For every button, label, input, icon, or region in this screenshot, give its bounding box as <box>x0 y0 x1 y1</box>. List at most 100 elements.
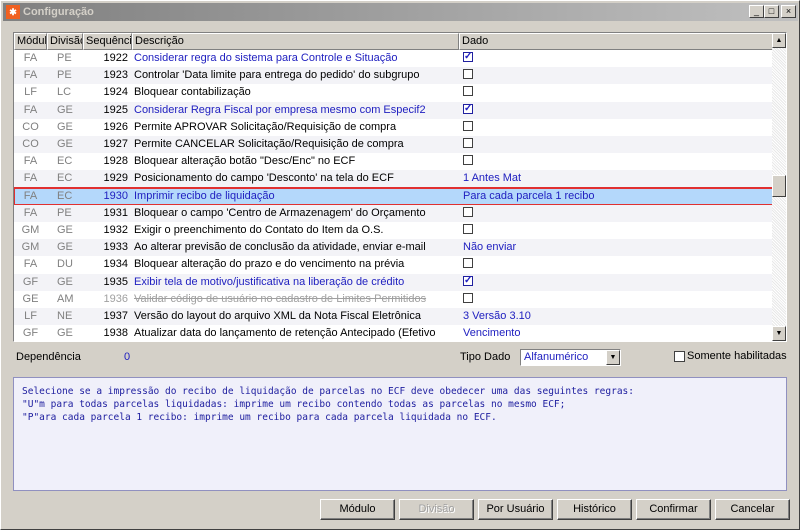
table-row[interactable]: FA PE 1922 Considerar regra do sistema para… <box>14 50 773 67</box>
cell-seq: 1931 <box>103 206 128 219</box>
somente-habilitadas-checkbox[interactable] <box>674 351 685 362</box>
cell-divisao: EC <box>57 172 73 185</box>
dado-checkbox[interactable] <box>463 86 473 97</box>
title-bar: ✱ Configuração <box>3 3 798 21</box>
chevron-down-icon[interactable]: ▼ <box>606 350 620 365</box>
table-row[interactable]: GE AM 1936 Validar código de usuário no cad… <box>14 291 773 308</box>
cell-desc: Controlar 'Data limite para entrega do p… <box>134 69 420 82</box>
cell-seq: 1933 <box>103 241 128 254</box>
table-header: Módulo Divisão Sequência Descrição Dado <box>14 33 773 50</box>
cell-seq: 1923 <box>103 69 128 82</box>
cell-dado[interactable]: 3 Versão 3.10 <box>459 308 773 325</box>
cell-dado[interactable] <box>459 67 773 84</box>
dado-checkbox[interactable] <box>463 224 473 235</box>
cell-desc: Bloquear alteração do prazo e do vencime… <box>134 258 405 271</box>
cell-dado[interactable]: ✓ <box>459 274 773 291</box>
cell-seq: 1926 <box>103 120 128 133</box>
cell-dado[interactable]: 1 Antes Mat <box>459 170 773 187</box>
cell-seq: 1934 <box>103 258 128 271</box>
cell-dado[interactable] <box>459 153 773 170</box>
description-memo[interactable]: Selecione se a impressão do recibo de li… <box>13 377 787 491</box>
table-row[interactable]: FA DU 1934 Bloquear alteração do prazo e do… <box>14 256 773 273</box>
table-body: FA PE 1922 Considerar regra do sistema para… <box>14 50 774 341</box>
cell-seq: 1922 <box>103 52 128 64</box>
dado-checkbox[interactable] <box>463 69 473 80</box>
dado-checkbox[interactable] <box>463 155 473 166</box>
col-modulo[interactable]: Módulo <box>14 33 47 50</box>
cell-modulo: GM <box>21 241 40 254</box>
cell-desc: Imprimir recibo de liquidação <box>134 189 275 202</box>
cell-dado[interactable] <box>459 136 773 153</box>
table-row[interactable]: FA EC 1928 Bloquear alteração botão "Desc/E… <box>14 153 773 170</box>
vertical-scrollbar[interactable]: ▲ ▼ <box>772 33 786 341</box>
historico-button[interactable]: Histórico <box>557 499 632 520</box>
table-row[interactable]: LF LC 1924 Bloquear contabilização <box>14 84 773 101</box>
tipo-dado-label: Tipo Dado <box>460 351 511 363</box>
cell-dado[interactable]: ✓ <box>459 102 773 119</box>
cell-modulo: CO <box>22 138 39 150</box>
cell-divisao: PE <box>57 69 72 82</box>
cell-dado[interactable] <box>459 84 773 101</box>
scroll-thumb[interactable] <box>772 175 786 197</box>
cell-modulo: FA <box>23 172 38 185</box>
dado-checkbox[interactable] <box>463 138 473 149</box>
cell-divisao: PE <box>57 52 72 64</box>
dado-checkbox[interactable] <box>463 120 473 131</box>
cell-dado[interactable] <box>459 222 773 239</box>
dado-checkbox[interactable]: ✓ <box>463 103 473 114</box>
dado-checkbox[interactable]: ✓ <box>463 52 473 63</box>
cell-divisao: LC <box>57 86 72 99</box>
table-row[interactable]: FA EC 1929 Posicionamento do campo 'Descont… <box>14 170 773 188</box>
minimize-button[interactable]: _ <box>749 5 764 18</box>
col-sequencia[interactable]: Sequência <box>83 33 132 50</box>
table-row[interactable]: CO GE 1927 Permite CANCELAR Solicitação/Req… <box>14 136 773 154</box>
somente-habilitadas-label: Somente habilitadas <box>687 350 787 362</box>
cell-dado[interactable] <box>459 291 773 308</box>
maximize-button[interactable]: □ <box>764 5 779 18</box>
table-row[interactable]: CO GE 1926 Permite APROVAR Solicitação/Requ… <box>14 119 773 136</box>
cell-seq: 1929 <box>103 172 128 185</box>
col-descricao[interactable]: Descrição <box>132 33 459 50</box>
modulo-button[interactable]: Módulo <box>320 499 395 520</box>
divisao-button[interactable]: Divisão <box>399 499 474 520</box>
cell-seq: 1930 <box>103 189 128 202</box>
cell-modulo: FA <box>23 189 38 202</box>
scroll-up-icon[interactable]: ▲ <box>772 33 786 48</box>
confirmar-button[interactable]: Confirmar <box>636 499 711 520</box>
cell-divisao: DU <box>57 258 73 271</box>
cancelar-button[interactable]: Cancelar <box>715 499 790 520</box>
cell-divisao: PE <box>57 206 72 219</box>
table-row[interactable]: LF NE 1937 Versão do layout do arquivo XML … <box>14 308 773 326</box>
table-row[interactable]: GM GE 1933 Ao alterar previsão de conclusão… <box>14 239 773 257</box>
cell-dado[interactable]: Não enviar <box>459 239 773 256</box>
table-row[interactable]: FA PE 1923 Controlar 'Data limite para entr… <box>14 67 773 85</box>
col-divisao[interactable]: Divisão <box>47 33 83 50</box>
cell-desc: Versão do layout do arquivo XML da Nota … <box>134 310 421 322</box>
table-row[interactable]: GF GE 1938 Atualizar data do lançamento de … <box>14 325 773 341</box>
col-dado[interactable]: Dado <box>459 33 773 50</box>
table-row[interactable]: FA EC 1930 Imprimir recibo de liquidação Par… <box>14 186 774 206</box>
cell-dado[interactable] <box>459 205 773 222</box>
cell-dado[interactable]: Para cada parcela 1 recibo <box>459 188 773 205</box>
dado-checkbox[interactable] <box>463 292 473 303</box>
cell-dado[interactable] <box>459 256 773 273</box>
dado-checkbox[interactable] <box>463 206 473 217</box>
tipo-dado-select[interactable]: Alfanumérico ▼ <box>520 349 621 366</box>
cell-modulo: GM <box>21 224 40 236</box>
table-row[interactable]: FA GE 1925 Considerar Regra Fiscal por empr… <box>14 101 773 119</box>
dado-checkbox[interactable] <box>463 258 473 269</box>
table-row[interactable]: FA PE 1931 Bloquear o campo 'Centro de Arma… <box>14 204 773 222</box>
por-usuario-button[interactable]: Por Usuário <box>478 499 553 520</box>
cell-seq: 1936 <box>103 292 128 305</box>
cell-modulo: FA <box>23 103 38 116</box>
cell-dado[interactable]: Vencimento <box>459 325 773 341</box>
table-row[interactable]: GF GE 1935 Exibir tela de motivo/justificat… <box>14 273 773 291</box>
scroll-down-icon[interactable]: ▼ <box>772 326 786 341</box>
cell-dado[interactable] <box>459 119 773 136</box>
cell-dado[interactable]: ✓ <box>459 50 773 67</box>
table-row[interactable]: GM GE 1932 Exigir o preenchimento do Contat… <box>14 222 773 239</box>
dado-checkbox[interactable]: ✓ <box>463 275 473 286</box>
cell-desc: Bloquear contabilização <box>134 86 251 99</box>
close-button[interactable]: × <box>781 5 796 18</box>
memo-line: "P"ara cada parcela 1 recibo: imprime um… <box>22 412 497 423</box>
